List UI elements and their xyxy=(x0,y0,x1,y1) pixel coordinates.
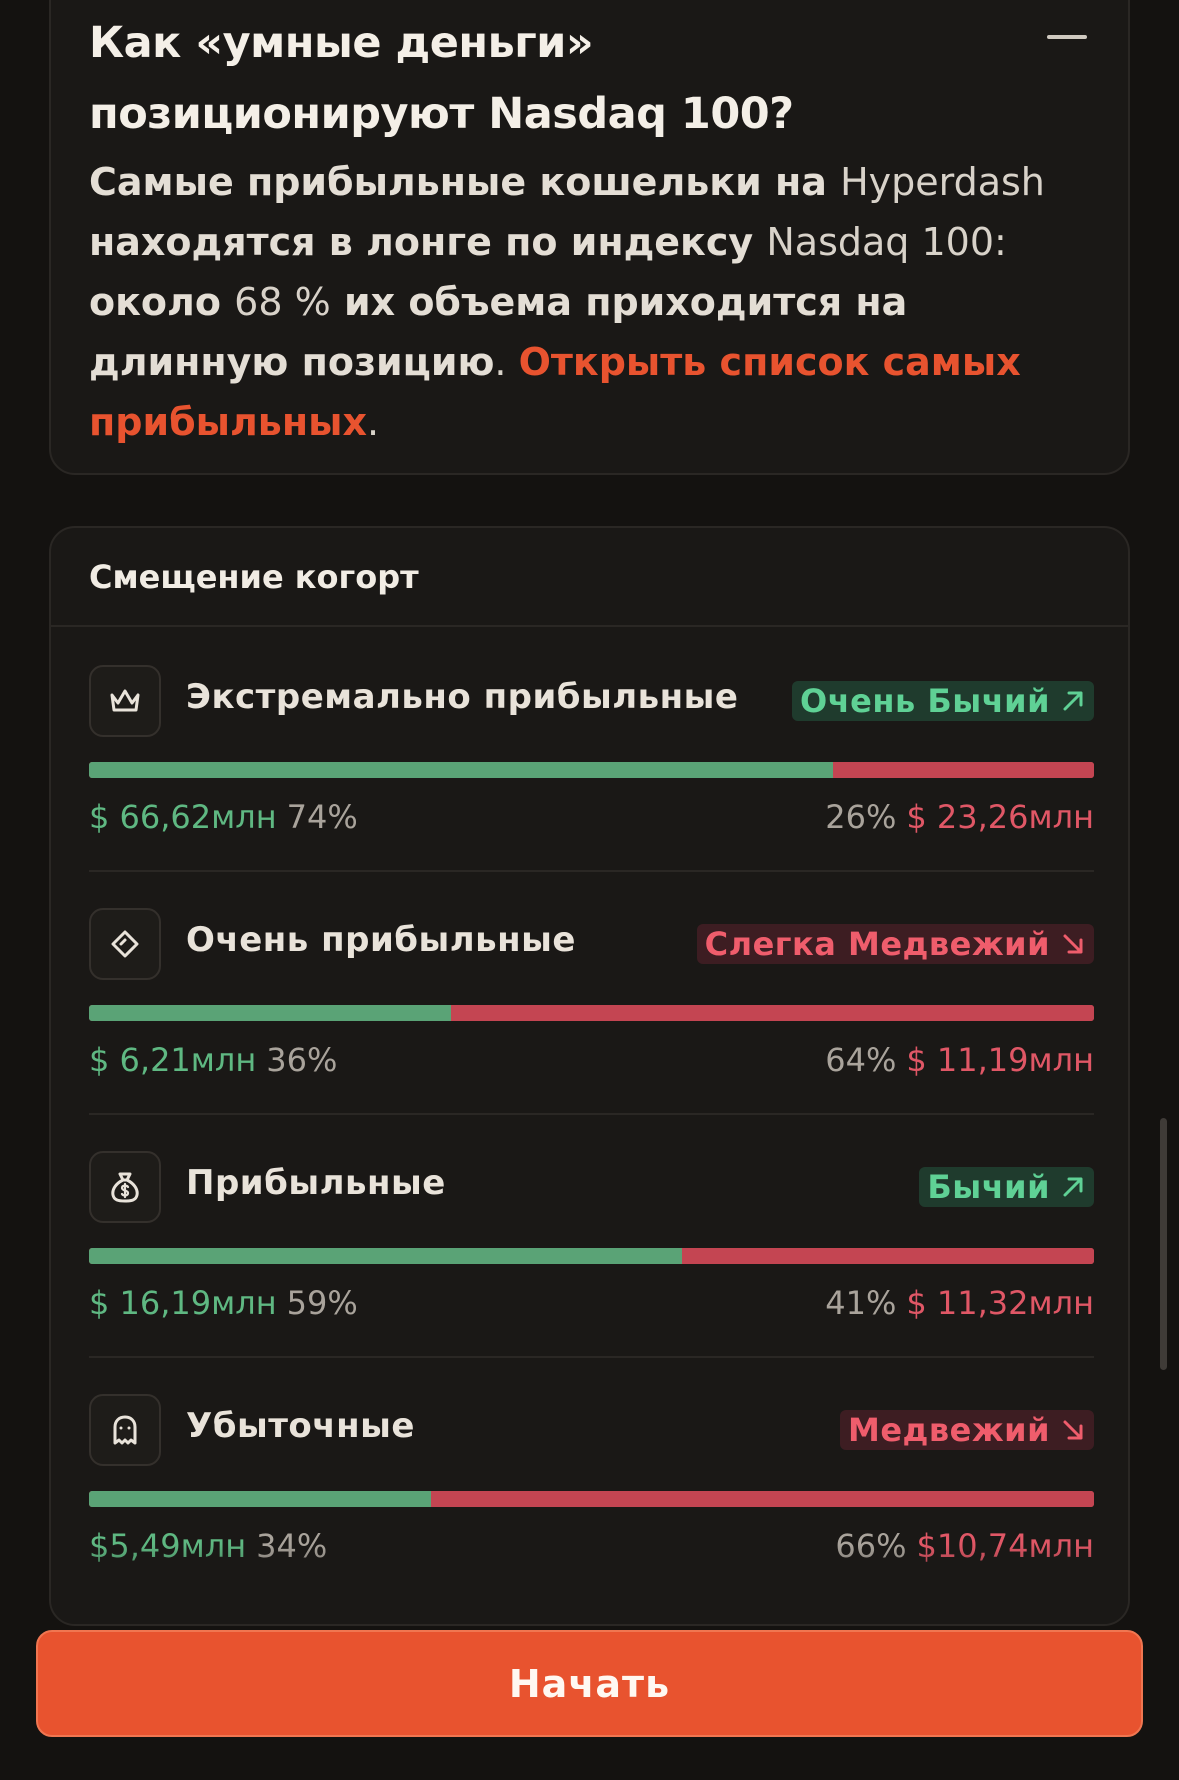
sentiment-label: Очень Бычий xyxy=(800,682,1050,720)
cohort-icon-box xyxy=(89,1151,161,1223)
short-fill xyxy=(450,1005,1094,1021)
short-amount: $ 11,32млн xyxy=(906,1284,1094,1322)
long-fill xyxy=(89,1005,451,1021)
long-side: $ 6,21млн 36% xyxy=(89,1035,347,1085)
answer-text-2: находятся в лонге по индексу xyxy=(89,220,767,264)
answer-percent: 68 % xyxy=(234,280,331,324)
arrow-down-right-icon xyxy=(1060,931,1086,957)
short-amount: $ 11,19млн xyxy=(906,1041,1094,1079)
long-short-ratio-bar xyxy=(89,1005,1094,1021)
amounts-row: $ 6,21млн 36% 64% $ 11,19млн xyxy=(89,1035,1094,1085)
cohort-header: Смещение когорт xyxy=(51,528,1128,627)
diamond-icon xyxy=(105,924,145,964)
short-side: 64% $ 11,19млн xyxy=(815,1035,1094,1085)
cohort-row[interactable]: Прибыльные Бычий $ 16,19млн 59% 41% $ 11,32мл… xyxy=(89,1115,1094,1358)
long-side: $ 66,62млн 74% xyxy=(89,792,368,842)
sentiment-badge: Слегка Медвежий xyxy=(696,924,1094,964)
cohort-name: Очень прибыльные xyxy=(186,920,576,960)
start-button[interactable]: Начать xyxy=(36,1630,1143,1737)
cohort-icon-box xyxy=(89,1394,161,1466)
answer-brand: Hyperdash xyxy=(840,160,1045,204)
minus-icon xyxy=(1047,35,1087,39)
sentiment-label: Медвежий xyxy=(847,1411,1050,1449)
cohort-row[interactable]: Экстремально прибыльные Очень Бычий $ 66,6… xyxy=(89,629,1094,872)
amounts-row: $ 16,19млн 59% 41% $ 11,32млн xyxy=(89,1278,1094,1328)
long-short-ratio-bar xyxy=(89,1248,1094,1264)
long-fill xyxy=(89,1248,682,1264)
sentiment-badge: Бычий xyxy=(919,1167,1094,1207)
sentiment-label: Слегка Медвежий xyxy=(704,925,1050,963)
short-percent: 41% xyxy=(825,1284,897,1322)
money-bag-icon xyxy=(105,1167,145,1207)
long-short-ratio-bar xyxy=(89,762,1094,778)
arrow-up-right-icon xyxy=(1060,1174,1086,1200)
collapse-button[interactable] xyxy=(1044,22,1090,52)
cohort-row[interactable]: Очень прибыльные Слегка Медвежий $ 6,21млн… xyxy=(89,872,1094,1115)
long-percent: 74% xyxy=(286,798,358,836)
page: Как «умные деньги» позиционируют Nasdaq … xyxy=(0,0,1179,1780)
short-fill xyxy=(430,1491,1094,1507)
long-amount: $ 6,21млн xyxy=(89,1041,257,1079)
answer-index: Nasdaq 100: xyxy=(766,220,1007,264)
cohort-name: Прибыльные xyxy=(186,1163,446,1203)
card-fade xyxy=(51,1544,1128,1624)
amounts-row: $ 66,62млн 74% 26% $ 23,26млн xyxy=(89,792,1094,842)
cohort-bias-card: Смещение когорт Экстремально прибыльные О… xyxy=(49,526,1130,1626)
arrow-up-right-icon xyxy=(1060,688,1086,714)
long-percent: 36% xyxy=(266,1041,338,1079)
cohort-icon-box xyxy=(89,908,161,980)
sentiment-label: Бычий xyxy=(927,1168,1050,1206)
answer-dot: . xyxy=(494,340,519,384)
cohort-name: Убыточные xyxy=(186,1406,415,1446)
long-percent: 59% xyxy=(286,1284,358,1322)
short-amount: $ 23,26млн xyxy=(906,798,1094,836)
short-side: 26% $ 23,26млн xyxy=(815,792,1094,842)
answer-dot-end: . xyxy=(366,400,380,444)
long-amount: $ 16,19млн xyxy=(89,1284,277,1322)
faq-card: Как «умные деньги» позиционируют Nasdaq … xyxy=(49,0,1130,475)
faq-question[interactable]: Как «умные деньги» позиционируют Nasdaq … xyxy=(89,8,989,150)
scrollbar[interactable] xyxy=(1160,1118,1167,1370)
faq-answer: Самые прибыльные кошельки на Hyperdash н… xyxy=(89,152,1099,452)
start-button-label: Начать xyxy=(508,1661,671,1706)
short-fill xyxy=(832,762,1094,778)
long-fill xyxy=(89,762,833,778)
short-percent: 26% xyxy=(825,798,897,836)
long-side: $ 16,19млн 59% xyxy=(89,1278,368,1328)
long-amount: $ 66,62млн xyxy=(89,798,277,836)
ghost-icon xyxy=(105,1410,145,1450)
short-percent: 64% xyxy=(825,1041,897,1079)
cohort-icon-box xyxy=(89,665,161,737)
long-short-ratio-bar xyxy=(89,1491,1094,1507)
long-fill xyxy=(89,1491,431,1507)
cohort-title: Смещение когорт xyxy=(89,557,419,596)
sentiment-badge: Медвежий xyxy=(839,1410,1094,1450)
arrow-down-right-icon xyxy=(1060,1417,1086,1443)
answer-text-1: Самые прибыльные кошельки на xyxy=(89,160,841,204)
sentiment-badge: Очень Бычий xyxy=(792,681,1094,721)
short-side: 41% $ 11,32млн xyxy=(815,1278,1094,1328)
short-fill xyxy=(681,1248,1094,1264)
cohort-name: Экстремально прибыльные xyxy=(186,677,739,717)
crown-icon xyxy=(105,681,145,721)
answer-text-3: около xyxy=(89,280,235,324)
